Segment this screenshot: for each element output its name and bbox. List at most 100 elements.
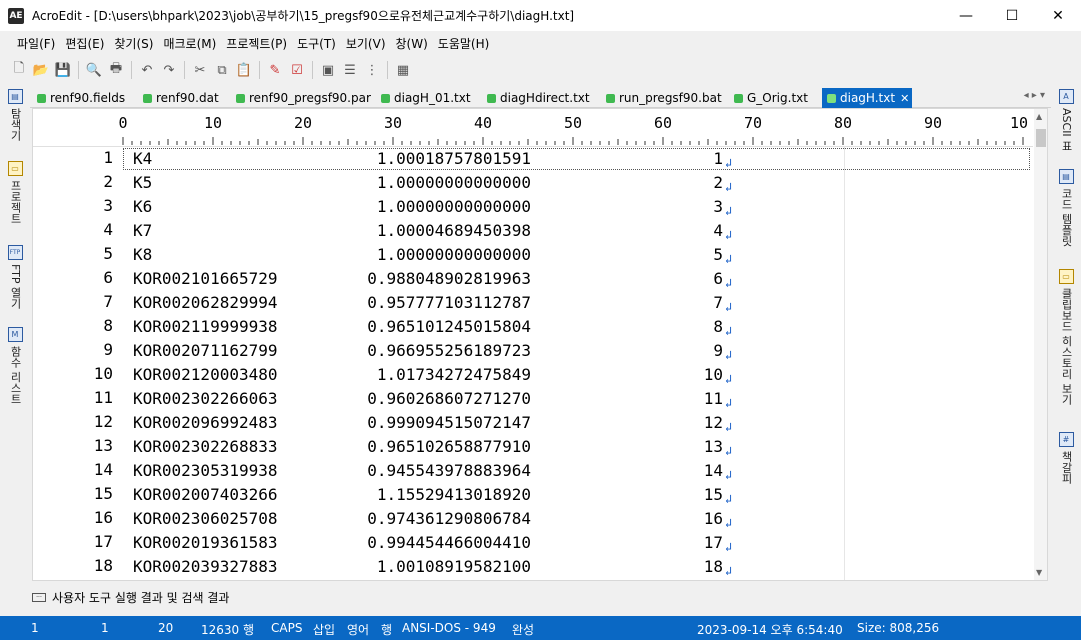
output-window-icon: ··· — [32, 592, 46, 602]
minimize-button[interactable]: — — [943, 0, 989, 31]
left-side-panel: ▤ 탐색기 ▭ 프로젝트 FTP FTP 열기 M 함수 리스트 — [0, 87, 30, 610]
tab-renf90-fields[interactable]: renf90.fields — [32, 88, 139, 108]
close-tab-icon[interactable]: ✕ — [900, 92, 909, 105]
side-tab-ascii[interactable]: A ASCII 표 — [1051, 89, 1081, 151]
tab-label: renf90.dat — [156, 91, 219, 105]
text-line[interactable]: K8 1.00000000000000 5 ↲ — [123, 243, 732, 267]
row-index: 13 — [703, 437, 723, 456]
menu-macro[interactable]: 매크로(M) — [158, 35, 221, 52]
tab-diagh[interactable]: diagH.txt ✕ — [822, 88, 912, 108]
text-line[interactable]: KOR002305319938 0.945543978883964 14 ↲ — [123, 459, 732, 483]
side-tab-function-list[interactable]: M 함수 리스트 — [0, 327, 30, 405]
copy-icon[interactable]: ⧉ — [211, 59, 233, 81]
tab-run-pregsf90[interactable]: run_pregsf90.bat — [601, 88, 730, 108]
line-end-mark: ↲ — [725, 420, 733, 434]
calendar-icon[interactable]: ▦ — [392, 59, 414, 81]
tab-renf90-pregsf90-par[interactable]: renf90_pregsf90.par — [231, 88, 377, 108]
print-icon[interactable]: 🖶 — [105, 59, 127, 81]
text-line[interactable]: KOR002096992483 0.999094515072147 12 ↲ — [123, 411, 732, 435]
text-line[interactable]: K4 1.00018757801591 1 ↲ — [123, 147, 732, 171]
output-panel-tab[interactable]: ··· 사용자 도구 실행 결과 및 검색 결과 — [32, 587, 229, 607]
line-number: 16 — [93, 508, 113, 527]
dots-icon[interactable]: ⋮ — [361, 59, 383, 81]
file-status-icon — [827, 93, 836, 103]
new-file-icon[interactable]: 🗋 — [8, 59, 30, 81]
row-index: 12 — [703, 413, 723, 432]
text-line[interactable]: KOR002302266063 0.960268607271270 11 ↲ — [123, 387, 732, 411]
side-tab-code-template[interactable]: ▤ 코드 템플릿 — [1051, 169, 1081, 247]
menu-help[interactable]: 도움말(H) — [433, 35, 495, 52]
explorer-icon: ▤ — [7, 89, 23, 104]
tab-diaghdirect[interactable]: diagHdirect.txt — [482, 88, 602, 108]
row-index: 10 — [703, 365, 723, 384]
undo-icon[interactable]: ↶ — [136, 59, 158, 81]
marker-icon[interactable]: ✎ — [264, 59, 286, 81]
text-line[interactable]: KOR002120003480 1.01734272475849 10 ↲ — [123, 363, 732, 387]
animal-id: K8 — [133, 245, 153, 264]
tab-diagh-01[interactable]: diagH_01.txt — [376, 88, 483, 108]
diag-value: 0.957777103112787 — [367, 293, 531, 312]
text-line[interactable]: KOR002007403266 1.15529413018920 15 ↲ — [123, 483, 732, 507]
tab-label: diagH_01.txt — [394, 91, 471, 105]
text-area[interactable]: K4 1.00018757801591 1 ↲ K5 1.00000000000… — [123, 147, 1033, 580]
text-line[interactable]: KOR002119999938 0.965101245015804 8 ↲ — [123, 315, 732, 339]
side-tab-ftp[interactable]: FTP FTP 열기 — [0, 245, 30, 309]
side-label-ascii: ASCII 표 — [1060, 108, 1073, 152]
file-status-icon — [37, 93, 46, 103]
tab-g-orig[interactable]: G_Orig.txt — [729, 88, 821, 108]
status-column: 1 — [101, 621, 109, 635]
save-icon[interactable]: 💾 — [52, 59, 74, 81]
ftp-icon: FTP — [7, 245, 23, 260]
ruler-label: 60 — [653, 114, 673, 132]
scroll-down-icon[interactable]: ▼ — [1036, 568, 1042, 577]
column-guide — [844, 147, 845, 580]
tab-navigation[interactable]: ◂ ▸ ▾ — [1024, 90, 1045, 101]
redo-icon[interactable]: ↷ — [158, 59, 180, 81]
line-number: 11 — [93, 388, 113, 407]
open-folder-icon[interactable]: 📂 — [30, 59, 52, 81]
cut-icon[interactable]: ✂ — [189, 59, 211, 81]
close-button[interactable]: ✕ — [1035, 0, 1081, 31]
print-preview-icon[interactable]: 🔍 — [83, 59, 105, 81]
menu-view[interactable]: 보기(V) — [341, 35, 391, 52]
text-line[interactable]: KOR002071162799 0.966955256189723 9 ↲ — [123, 339, 732, 363]
text-editor[interactable]: 0 10 20 30 40 50 60 70 80 90 10 1 2 3 4 … — [32, 108, 1048, 581]
side-tab-explorer[interactable]: ▤ 탐색기 — [0, 89, 30, 141]
text-line[interactable]: K5 1.00000000000000 2 ↲ — [123, 171, 732, 195]
scroll-thumb[interactable] — [1036, 129, 1046, 147]
menu-find[interactable]: 찾기(S) — [109, 35, 158, 52]
text-line[interactable]: KOR002062829994 0.957777103112787 7 ↲ — [123, 291, 732, 315]
animal-id: KOR002007403266 — [133, 485, 278, 504]
maximize-button[interactable]: ☐ — [989, 0, 1035, 31]
text-line[interactable]: KOR002019361583 0.994454466004410 17 ↲ — [123, 531, 732, 555]
scroll-up-icon[interactable]: ▲ — [1036, 112, 1042, 121]
text-line[interactable]: KOR002306025708 0.974361290806784 16 ↲ — [123, 507, 732, 531]
paste-icon[interactable]: 📋 — [233, 59, 255, 81]
text-line[interactable]: KOR002039327883 1.00108919582100 18 ↲ — [123, 555, 732, 579]
side-tab-project[interactable]: ▭ 프로젝트 — [0, 161, 30, 224]
menu-project[interactable]: 프로젝트(P) — [221, 35, 292, 52]
menu-window[interactable]: 창(W) — [391, 35, 433, 52]
text-line[interactable]: KOR002302268833 0.965102658877910 13 ↲ — [123, 435, 732, 459]
compare-icon[interactable]: ☑ — [286, 59, 308, 81]
vertical-scrollbar[interactable]: ▲ ▼ — [1034, 109, 1047, 580]
side-tab-bookmark[interactable]: # 책갈피 — [1051, 432, 1081, 484]
line-end-mark: ↲ — [725, 324, 733, 338]
line-end-mark: ↲ — [725, 516, 733, 530]
line-number: 10 — [93, 364, 113, 383]
tab-renf90-dat[interactable]: renf90.dat — [138, 88, 232, 108]
text-line[interactable]: K6 1.00000000000000 3 ↲ — [123, 195, 732, 219]
ascii-icon: A — [1058, 89, 1074, 104]
side-tab-clipboard[interactable]: ▭ 클립보드 히스토리 보기 — [1051, 269, 1081, 405]
window-icon[interactable]: ▣ — [317, 59, 339, 81]
line-number: 17 — [93, 532, 113, 551]
ruler-label: 20 — [293, 114, 313, 132]
menu-tools[interactable]: 도구(T) — [292, 35, 341, 52]
text-line[interactable]: K7 1.00004689450398 4 ↲ — [123, 219, 732, 243]
list-icon[interactable]: ☰ — [339, 59, 361, 81]
status-encoding: ANSI-DOS - 949 — [402, 621, 496, 635]
menu-file[interactable]: 파일(F) — [12, 35, 60, 52]
text-line[interactable]: KOR002101665729 0.988048902819963 6 ↲ — [123, 267, 732, 291]
menu-edit[interactable]: 편집(E) — [60, 35, 109, 52]
row-index: 5 — [713, 245, 723, 264]
